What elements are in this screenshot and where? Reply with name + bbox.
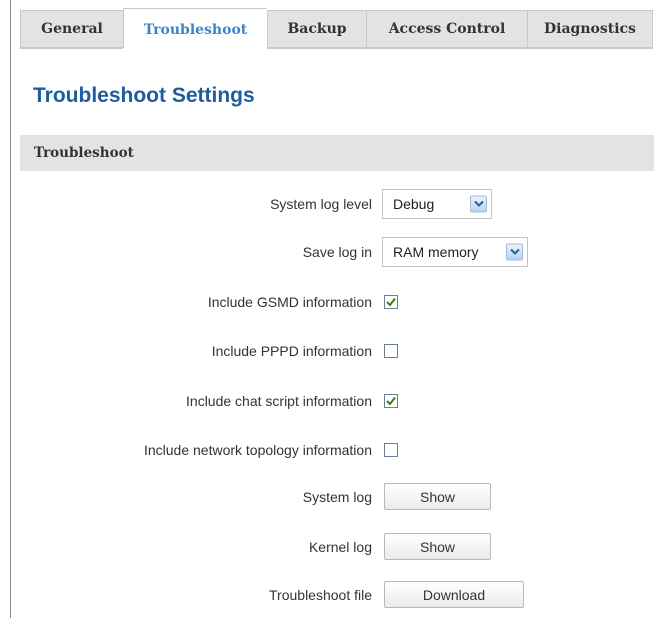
row-include-gsmd: Include GSMD information [0, 287, 654, 317]
row-troubleshoot-file: Troubleshoot file Download [0, 580, 654, 610]
include-network-topology-label: Include network topology information [143, 442, 372, 458]
kernel-log-show-button[interactable]: Show [384, 533, 491, 560]
system-log-level-label: System log level [270, 196, 372, 212]
kernel-log-label: Kernel log [308, 539, 372, 555]
system-log-show-button[interactable]: Show [384, 483, 491, 510]
troubleshoot-file-download-button[interactable]: Download [384, 581, 524, 608]
include-pppd-checkbox[interactable] [384, 344, 398, 358]
tab-diagnostics[interactable]: Diagnostics [527, 10, 653, 48]
row-kernel-log: Kernel log Show [0, 532, 654, 562]
section-title: Troubleshoot [34, 145, 134, 161]
save-log-in-label: Save log in [302, 244, 372, 260]
checkmark-icon [386, 396, 396, 406]
include-network-topology-checkbox[interactable] [384, 443, 398, 457]
system-log-level-select[interactable]: Debug [382, 189, 492, 219]
checkmark-icon [386, 297, 396, 307]
include-gsmd-checkbox[interactable] [384, 295, 398, 309]
tabs-divider [20, 48, 653, 49]
row-save-log-in: Save log in RAM memory [0, 237, 654, 267]
chevron-down-icon [506, 243, 523, 261]
tab-troubleshoot[interactable]: Troubleshoot [123, 8, 267, 50]
chevron-down-icon [470, 195, 487, 213]
tab-access-control[interactable]: Access Control [366, 10, 527, 48]
save-log-in-select[interactable]: RAM memory [382, 237, 528, 267]
section-header-troubleshoot: Troubleshoot [20, 135, 654, 171]
include-chat-script-label: Include chat script information [186, 393, 372, 409]
row-system-log-level: System log level Debug [0, 189, 654, 219]
tab-general[interactable]: General [20, 10, 123, 48]
page-title: Troubleshoot Settings [33, 84, 255, 107]
save-log-in-value: RAM memory [393, 244, 479, 260]
row-include-pppd: Include PPPD information [0, 336, 654, 366]
system-log-level-value: Debug [393, 196, 435, 212]
include-chat-script-checkbox[interactable] [384, 394, 398, 408]
row-include-network-topology: Include network topology information [0, 435, 654, 465]
tab-bar: General Troubleshoot Backup Access Contr… [20, 8, 653, 50]
system-log-label: System log [302, 489, 372, 505]
include-pppd-label: Include PPPD information [211, 343, 372, 359]
row-include-chat-script: Include chat script information [0, 386, 654, 416]
row-system-log: System log Show [0, 482, 654, 512]
tab-backup[interactable]: Backup [267, 10, 366, 48]
include-gsmd-label: Include GSMD information [207, 294, 372, 310]
troubleshoot-file-label: Troubleshoot file [269, 587, 372, 603]
